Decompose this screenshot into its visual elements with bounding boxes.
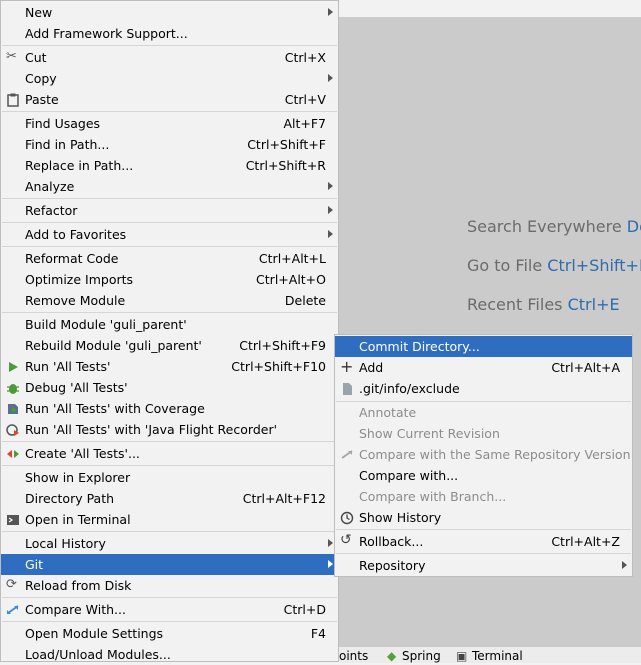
coverage-icon: [6, 402, 20, 416]
hint-go-to-file: Go to File Ctrl+Shift+N: [467, 256, 641, 275]
menu-open-module-settings[interactable]: Open Module Settings F4: [1, 623, 338, 644]
git-compare-same-repo[interactable]: Compare with the Same Repository Version: [335, 444, 632, 465]
menu-build-module[interactable]: Build Module 'guli_parent': [1, 314, 338, 335]
menu-create-all-tests[interactable]: Create 'All Tests'...: [1, 443, 338, 464]
menu-compare-with[interactable]: Compare With... Ctrl+D: [1, 599, 338, 620]
top-strip: [339, 0, 641, 17]
spring-icon: ◆: [387, 649, 397, 663]
menu-run-with-coverage[interactable]: Run 'All Tests' with Coverage: [1, 398, 338, 419]
menu-refactor[interactable]: Refactor: [1, 200, 338, 221]
menu-local-history[interactable]: Local History: [1, 533, 338, 554]
menu-add-to-favorites[interactable]: Add to Favorites: [1, 224, 338, 245]
tool-tab-breakpoints[interactable]: oints: [339, 649, 368, 663]
menu-show-in-explorer[interactable]: Show in Explorer: [1, 467, 338, 488]
git-annotate[interactable]: Annotate: [335, 402, 632, 423]
git-compare-with[interactable]: Compare with...: [335, 465, 632, 486]
git-show-current-revision[interactable]: Show Current Revision: [335, 423, 632, 444]
menu-reload-from-disk[interactable]: ⟳ Reload from Disk: [1, 575, 338, 596]
menu-optimize-imports[interactable]: Optimize Imports Ctrl+Alt+O: [1, 269, 338, 290]
git-rollback[interactable]: ↺ Rollback... Ctrl+Alt+Z: [335, 531, 632, 552]
diff-icon: [6, 603, 20, 617]
clock-icon: [340, 511, 354, 525]
terminal-icon: [6, 513, 20, 527]
menu-remove-module[interactable]: Remove Module Delete: [1, 290, 338, 311]
project-context-menu: New Add Framework Support... ✂ Cut Ctrl+X …: [0, 0, 339, 662]
terminal-icon: ▣: [456, 649, 468, 663]
hint-recent-files: Recent Files Ctrl+E: [467, 295, 620, 314]
menu-replace-in-path[interactable]: Replace in Path... Ctrl+Shift+R: [1, 155, 338, 176]
menu-run-with-jfr[interactable]: Run 'All Tests' with 'Java Flight Record…: [1, 419, 338, 440]
hint-search-everywhere: Search Everywhere Dou: [467, 217, 641, 236]
menu-directory-path[interactable]: Directory Path Ctrl+Alt+F12: [1, 488, 338, 509]
git-add[interactable]: + Add Ctrl+Alt+A: [335, 357, 632, 378]
tool-tab-terminal[interactable]: Terminal: [472, 649, 523, 663]
run-icon: [6, 360, 20, 374]
menu-copy[interactable]: Copy: [1, 68, 338, 89]
file-icon: [340, 382, 354, 396]
menu-find-usages[interactable]: Find Usages Alt+F7: [1, 113, 338, 134]
scissors-icon: ✂: [6, 49, 17, 64]
refresh-icon: ⟳: [6, 577, 17, 592]
git-show-history[interactable]: Show History: [335, 507, 632, 528]
create-test-icon: [6, 447, 20, 461]
git-repository[interactable]: Repository: [335, 555, 632, 576]
clipboard-icon: [6, 93, 20, 107]
diff-icon: [340, 448, 354, 462]
menu-paste[interactable]: Paste Ctrl+V: [1, 89, 338, 110]
menu-debug-all-tests[interactable]: Debug 'All Tests': [1, 377, 338, 398]
plus-icon: +: [340, 357, 354, 376]
git-commit-directory[interactable]: Commit Directory...: [335, 336, 632, 357]
menu-open-in-terminal[interactable]: Open in Terminal: [1, 509, 338, 530]
git-compare-with-branch[interactable]: Compare with Branch...: [335, 486, 632, 507]
menu-cut[interactable]: ✂ Cut Ctrl+X: [1, 47, 338, 68]
debug-bug-icon: [6, 381, 20, 395]
tool-tab-spring[interactable]: Spring: [402, 649, 441, 663]
menu-analyze[interactable]: Analyze: [1, 176, 338, 197]
git-submenu: Commit Directory... + Add Ctrl+Alt+A .git/…: [334, 334, 633, 577]
menu-run-all-tests[interactable]: Run 'All Tests' Ctrl+Shift+F10: [1, 356, 338, 377]
menu-reformat-code[interactable]: Reformat Code Ctrl+Alt+L: [1, 248, 338, 269]
profiler-icon: [6, 423, 20, 437]
menu-new[interactable]: New: [1, 2, 338, 23]
git-info-exclude[interactable]: .git/info/exclude: [335, 378, 632, 399]
undo-icon: ↺: [340, 532, 352, 548]
menu-rebuild-module[interactable]: Rebuild Module 'guli_parent' Ctrl+Shift+F…: [1, 335, 338, 356]
bottom-tool-bar: oints ◆ Spring ▣ Terminal: [339, 646, 641, 663]
menu-add-framework-support[interactable]: Add Framework Support...: [1, 23, 338, 44]
menu-find-in-path[interactable]: Find in Path... Ctrl+Shift+F: [1, 134, 338, 155]
menu-git[interactable]: Git: [1, 554, 338, 575]
